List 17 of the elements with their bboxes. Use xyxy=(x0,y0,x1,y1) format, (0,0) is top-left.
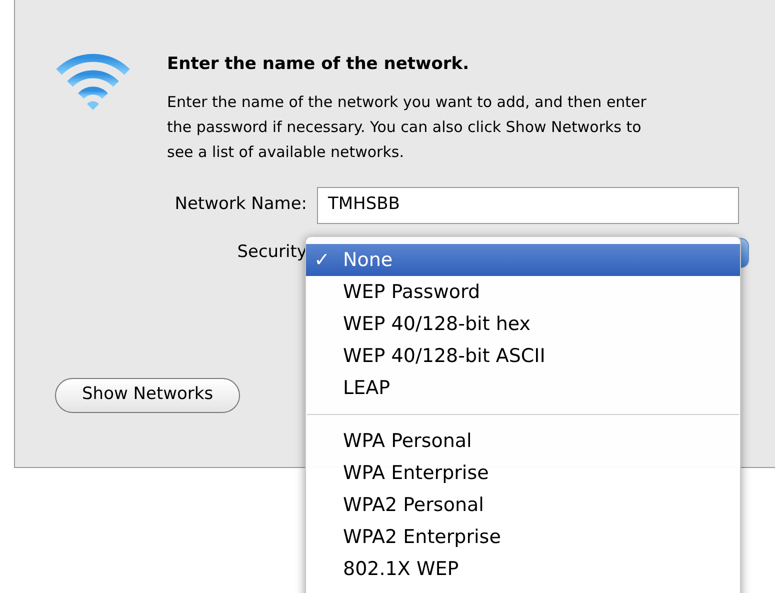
menu-item[interactable]: WEP Password xyxy=(306,276,740,308)
security-label: Security xyxy=(236,240,307,264)
menu-item[interactable]: ✓ None xyxy=(306,244,740,276)
menu-item[interactable]: WPA Personal xyxy=(306,425,740,457)
menu-item[interactable]: 802.1X WEP xyxy=(306,553,740,585)
dialog-button[interactable]: Show Networks xyxy=(55,378,240,412)
dialog-title: Enter the name of the network. xyxy=(167,53,470,76)
dialog-message: Enter the name of the network you want to add, and then enter the password if necessary. You can also click Show Networks to see a list of available networks. xyxy=(167,92,648,162)
menu-item[interactable]: LEAP xyxy=(306,372,740,404)
check-mark: ✓ xyxy=(314,248,330,271)
menu-item[interactable]: WPA2 Personal xyxy=(306,489,740,521)
network-name-field[interactable]: TMHSBB xyxy=(317,186,739,224)
menu-item[interactable]: WEP 40/128-bit hex xyxy=(306,308,740,340)
menu-item[interactable]: WPA2 Enterprise xyxy=(306,521,740,553)
menu-item[interactable]: WPA Enterprise xyxy=(306,457,740,489)
menu-item[interactable]: WEP 40/128-bit ASCII xyxy=(306,340,740,372)
network-name-label: Network Name: xyxy=(174,193,308,216)
